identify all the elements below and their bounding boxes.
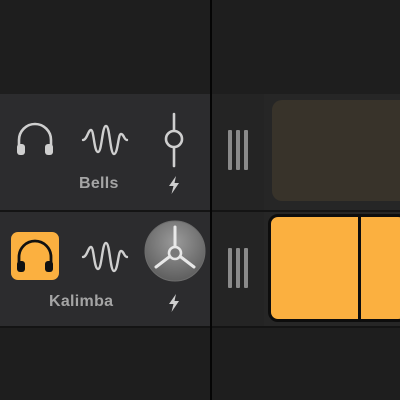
bottom-empty-area	[0, 328, 400, 400]
waveform-icon[interactable]	[81, 122, 129, 158]
region-segment-divider	[358, 217, 361, 319]
track-row-kalimba[interactable]: Kalimba	[0, 212, 400, 326]
headphones-icon[interactable]	[14, 120, 56, 160]
lightning-bolt-icon[interactable]	[168, 176, 180, 194]
volume-slider-icon[interactable]	[160, 112, 188, 168]
track-name-label[interactable]: Bells	[79, 175, 119, 193]
timeline-divider	[210, 0, 212, 400]
track-row-bells[interactable]: Bells	[0, 94, 400, 210]
headphones-button-active[interactable]	[11, 232, 59, 280]
region-bells[interactable]	[272, 100, 400, 201]
drag-handle-icon[interactable]	[228, 248, 252, 288]
lightning-bolt-icon[interactable]	[168, 294, 180, 312]
track-name-label[interactable]: Kalimba	[49, 293, 113, 311]
headphones-icon	[17, 239, 53, 272]
top-empty-area	[0, 0, 400, 92]
region-kalimba[interactable]	[268, 214, 400, 322]
waveform-icon[interactable]	[81, 239, 129, 275]
drag-handle-icon[interactable]	[228, 130, 252, 170]
volume-knob[interactable]	[143, 219, 207, 283]
